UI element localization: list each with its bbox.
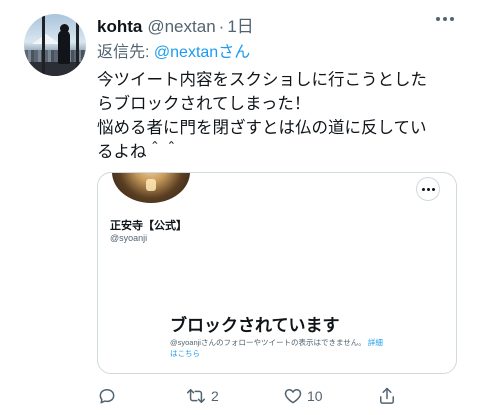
card-avatar-lamp [146,179,156,191]
retweet-count: 2 [211,388,219,404]
tweet-header: kohta @nextan · 1日 [97,12,254,37]
blocked-description-text: @syoanjiさんのフォローやツイートの表示はできません。 [170,338,366,347]
tweet-body-line: らブロックされてしまった！ [97,95,311,113]
blocked-profile-card[interactable]: 正安寺【公式】 @syoanji ブロックされています @syoanjiさんのフ… [97,172,457,374]
blocked-description: @syoanjiさんのフォローやツイートの表示はできません。 詳細はこちら [170,337,390,359]
avatar-mountain [32,34,60,44]
user-handle[interactable]: @nextan [147,17,215,37]
tweet-body-line: るよね＾＾ [97,143,180,161]
like-count: 10 [307,388,323,404]
like-button[interactable]: 10 [283,384,323,408]
tweet-actions: 2 10 [97,384,427,408]
separator: · [218,17,225,36]
reply-button[interactable] [97,384,121,408]
tweet-body-line: 今ツイート内容をスクショしに行こうとした [97,71,427,89]
card-more-icon[interactable] [416,177,440,201]
more-icon[interactable] [432,9,458,29]
reply-icon [99,389,115,404]
avatar[interactable] [24,14,86,76]
reply-to: 返信先: @nextanさん [97,38,250,62]
avatar-person [58,30,70,64]
tweet-body: 今ツイート内容をスクショしに行こうとした らブロックされてしまった！ 悩める者に… [97,68,469,164]
timestamp[interactable]: 1日 [227,12,253,37]
avatar-window-frame [42,14,45,76]
display-name[interactable]: kohta [97,17,142,37]
reply-to-mention[interactable]: @nextan [154,44,218,61]
share-button[interactable] [377,384,397,408]
tweet[interactable]: kohta @nextan · 1日 返信先: @nextanさん 今ツイート内… [0,0,480,415]
card-account-name: 正安寺【公式】 [110,220,187,232]
avatar-window-frame [76,14,79,76]
card-account-handle: @syoanji [110,233,148,243]
reply-to-prefix: 返信先: [97,44,154,61]
blocked-title: ブロックされています [170,316,340,335]
tweet-body-line: 悩める者に門を閉ざすとは仏の道に反してい [97,119,427,137]
reply-to-suffix: さん [218,44,251,61]
retweet-button[interactable]: 2 [185,384,219,408]
card-avatar [112,173,190,203]
like-icon [284,389,302,404]
share-icon [380,387,394,404]
retweet-icon [186,389,206,403]
